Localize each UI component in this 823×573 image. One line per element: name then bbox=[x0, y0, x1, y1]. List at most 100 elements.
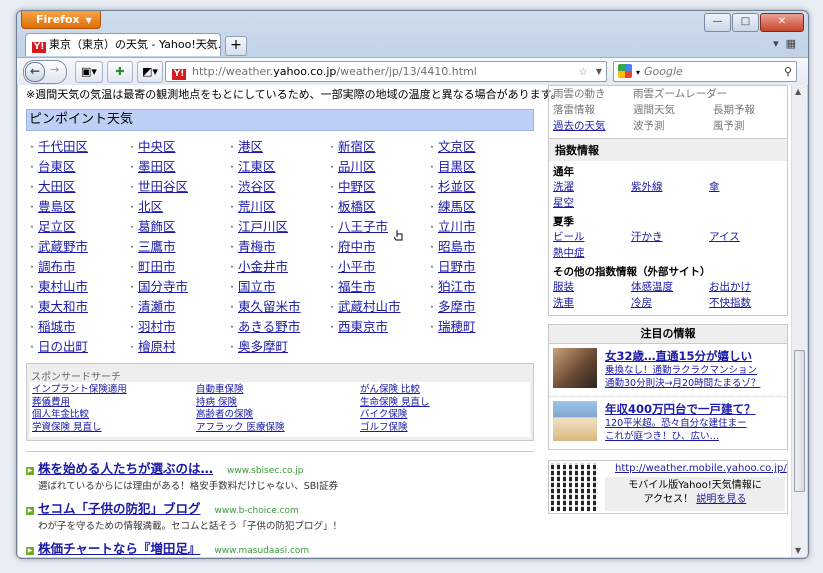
area-link[interactable]: 目黒区 bbox=[430, 157, 530, 177]
index-link[interactable]: 熱中症 bbox=[553, 245, 631, 261]
area-link[interactable]: 渋谷区 bbox=[230, 177, 330, 197]
attention-link[interactable]: 乗換なし！通勤ラクラクマンション bbox=[605, 364, 787, 377]
index-link[interactable]: 傘 bbox=[709, 179, 787, 195]
scroll-thumb[interactable] bbox=[794, 350, 805, 492]
sponsor-link[interactable]: インプラント保険適用 bbox=[32, 384, 196, 397]
maximize-button[interactable]: □ bbox=[732, 13, 759, 32]
index-link[interactable]: 服装 bbox=[553, 279, 631, 295]
google-engine-icon[interactable] bbox=[618, 64, 632, 78]
area-link[interactable]: 板橋区 bbox=[330, 197, 430, 217]
area-link[interactable]: 日野市 bbox=[430, 257, 530, 277]
mobile-url-link[interactable]: http://weather.mobile.yahoo.co.jp/ bbox=[615, 463, 787, 474]
area-link[interactable]: 武蔵野市 bbox=[30, 237, 130, 257]
index-link[interactable]: お出かけ bbox=[709, 279, 787, 295]
sponsor-link[interactable]: 高齢者の保険 bbox=[196, 409, 360, 422]
url-bar[interactable]: Y! http://weather.yahoo.co.jp/weather/jp/… bbox=[165, 61, 607, 82]
sponsor-link[interactable]: バイク保険 bbox=[360, 409, 524, 422]
area-link[interactable]: 練馬区 bbox=[430, 197, 530, 217]
area-link[interactable]: 東大和市 bbox=[30, 297, 130, 317]
attention-headline[interactable]: 女32歳…直通15分が嬉しい bbox=[605, 349, 752, 363]
bookmark-star-icon[interactable]: ☆ bbox=[578, 62, 588, 81]
area-link[interactable]: 狛江市 bbox=[430, 277, 530, 297]
tab-close-icon[interactable]: × bbox=[205, 34, 214, 56]
area-link[interactable]: 西東京市 bbox=[330, 317, 430, 337]
attention-link[interactable]: これが庭つき！ひ、広い… bbox=[605, 430, 787, 443]
weekly-weather-link[interactable]: 週間天気 bbox=[633, 102, 713, 118]
area-link[interactable]: 千代田区 bbox=[30, 137, 130, 157]
attention-item[interactable]: 年収400万円台で一戸建て？ 120平米超。恐々自分な建住まー これが庭つき！ひ… bbox=[549, 396, 787, 449]
lightning-link[interactable]: 落雷情報 bbox=[553, 102, 633, 118]
minimize-button[interactable]: — bbox=[704, 13, 731, 32]
index-link[interactable]: 冷房 bbox=[631, 295, 709, 311]
attention-link[interactable]: 通勤30分則決→月20時間たまるゾ？ bbox=[605, 377, 787, 390]
area-link[interactable]: 稲城市 bbox=[30, 317, 130, 337]
search-icon[interactable]: ⚲ bbox=[784, 62, 792, 81]
area-link[interactable]: 羽村市 bbox=[130, 317, 230, 337]
attention-headline[interactable]: 年収400万円台で一戸建て？ bbox=[605, 402, 756, 416]
area-link[interactable]: 多摩市 bbox=[430, 297, 530, 317]
index-link[interactable]: 星空 bbox=[553, 195, 631, 211]
sponsor-link[interactable]: ゴルフ保険 bbox=[360, 422, 524, 435]
area-link[interactable]: 福生市 bbox=[330, 277, 430, 297]
forward-button[interactable]: → bbox=[50, 63, 59, 76]
sponsor-link[interactable]: 持病 保険 bbox=[196, 397, 360, 410]
area-link[interactable]: 府中市 bbox=[330, 237, 430, 257]
url-dropdown-icon[interactable]: ▼ bbox=[596, 62, 602, 81]
area-link[interactable]: 武蔵村山市 bbox=[330, 297, 430, 317]
index-link[interactable]: ビール bbox=[553, 229, 631, 245]
area-link[interactable]: 国分寺市 bbox=[130, 277, 230, 297]
area-link[interactable]: 豊島区 bbox=[30, 197, 130, 217]
sponsor-link[interactable]: がん保険 比較 bbox=[360, 384, 524, 397]
rain-radar-link[interactable]: 雨雲ズームレーダー bbox=[633, 86, 727, 102]
attention-link[interactable]: 120平米超。恐々自分な建住まー bbox=[605, 417, 787, 430]
area-link[interactable]: 小平市 bbox=[330, 257, 430, 277]
ad-title-link[interactable]: 株価チャートなら『増田足』 bbox=[38, 541, 200, 556]
area-link[interactable]: 墨田区 bbox=[130, 157, 230, 177]
index-link[interactable]: 汗かき bbox=[631, 229, 709, 245]
area-link[interactable]: 昭島市 bbox=[430, 237, 530, 257]
index-link[interactable]: 不快指数 bbox=[709, 295, 787, 311]
tab-weather[interactable]: Y! 東京（東京）の天気 - Yahoo!天気... × bbox=[25, 33, 221, 56]
ad-url[interactable]: www.sbisec.co.jp bbox=[227, 466, 303, 476]
area-link[interactable]: 北区 bbox=[130, 197, 230, 217]
tab-list-icon[interactable]: ▾ ▦ bbox=[773, 37, 796, 50]
area-link[interactable]: 町田市 bbox=[130, 257, 230, 277]
area-link[interactable]: 清瀬市 bbox=[130, 297, 230, 317]
search-input[interactable]: Google bbox=[644, 65, 683, 78]
area-link[interactable]: 東村山市 bbox=[30, 277, 130, 297]
ad-title-link[interactable]: セコム「子供の防犯」ブログ bbox=[38, 501, 201, 516]
google-toolbar-icon[interactable]: ◩▾ bbox=[137, 61, 163, 83]
area-link[interactable]: 奥多摩町 bbox=[230, 337, 330, 357]
area-link[interactable]: 日の出町 bbox=[30, 337, 130, 357]
area-link[interactable]: 港区 bbox=[230, 137, 330, 157]
area-link[interactable]: 瑞穂町 bbox=[430, 317, 530, 337]
scroll-down-icon[interactable]: ▼ bbox=[795, 546, 801, 555]
sponsor-link[interactable]: 葬儀費用 bbox=[32, 397, 196, 410]
area-link[interactable]: 江東区 bbox=[230, 157, 330, 177]
bookmarks-icon[interactable]: ▣▾ bbox=[75, 61, 103, 83]
index-link[interactable]: 洗車 bbox=[553, 295, 631, 311]
new-tab-button[interactable]: + bbox=[225, 36, 247, 56]
area-link[interactable]: あきる野市 bbox=[230, 317, 330, 337]
sponsor-link[interactable]: 自動車保険 bbox=[196, 384, 360, 397]
area-link[interactable]: 青梅市 bbox=[230, 237, 330, 257]
ad-title-link[interactable]: 株を始める人たちが選ぶのは… bbox=[38, 461, 213, 476]
long-forecast-link[interactable]: 長期予報 bbox=[713, 102, 793, 118]
area-link[interactable]: 中央区 bbox=[130, 137, 230, 157]
area-link[interactable]: 新宿区 bbox=[330, 137, 430, 157]
index-link[interactable]: 体感温度 bbox=[631, 279, 709, 295]
area-link[interactable]: 中野区 bbox=[330, 177, 430, 197]
area-link[interactable]: 三鷹市 bbox=[130, 237, 230, 257]
area-link[interactable]: 国立市 bbox=[230, 277, 330, 297]
index-link[interactable]: 紫外線 bbox=[631, 179, 709, 195]
search-bar[interactable]: ▾ Google ⚲ bbox=[613, 61, 797, 82]
scroll-up-icon[interactable]: ▲ bbox=[795, 87, 801, 96]
area-link[interactable]: 調布市 bbox=[30, 257, 130, 277]
area-link[interactable]: 八王子市 bbox=[330, 217, 430, 237]
firefox-menu-button[interactable]: Firefox ▼ bbox=[21, 11, 101, 29]
sponsor-link[interactable]: 学資保険 見直し bbox=[32, 422, 196, 435]
wave-forecast-link[interactable]: 波予測 bbox=[633, 118, 713, 134]
area-link[interactable]: 立川市 bbox=[430, 217, 530, 237]
area-link[interactable]: 杉並区 bbox=[430, 177, 530, 197]
sponsor-link[interactable]: 個人年金比較 bbox=[32, 409, 196, 422]
